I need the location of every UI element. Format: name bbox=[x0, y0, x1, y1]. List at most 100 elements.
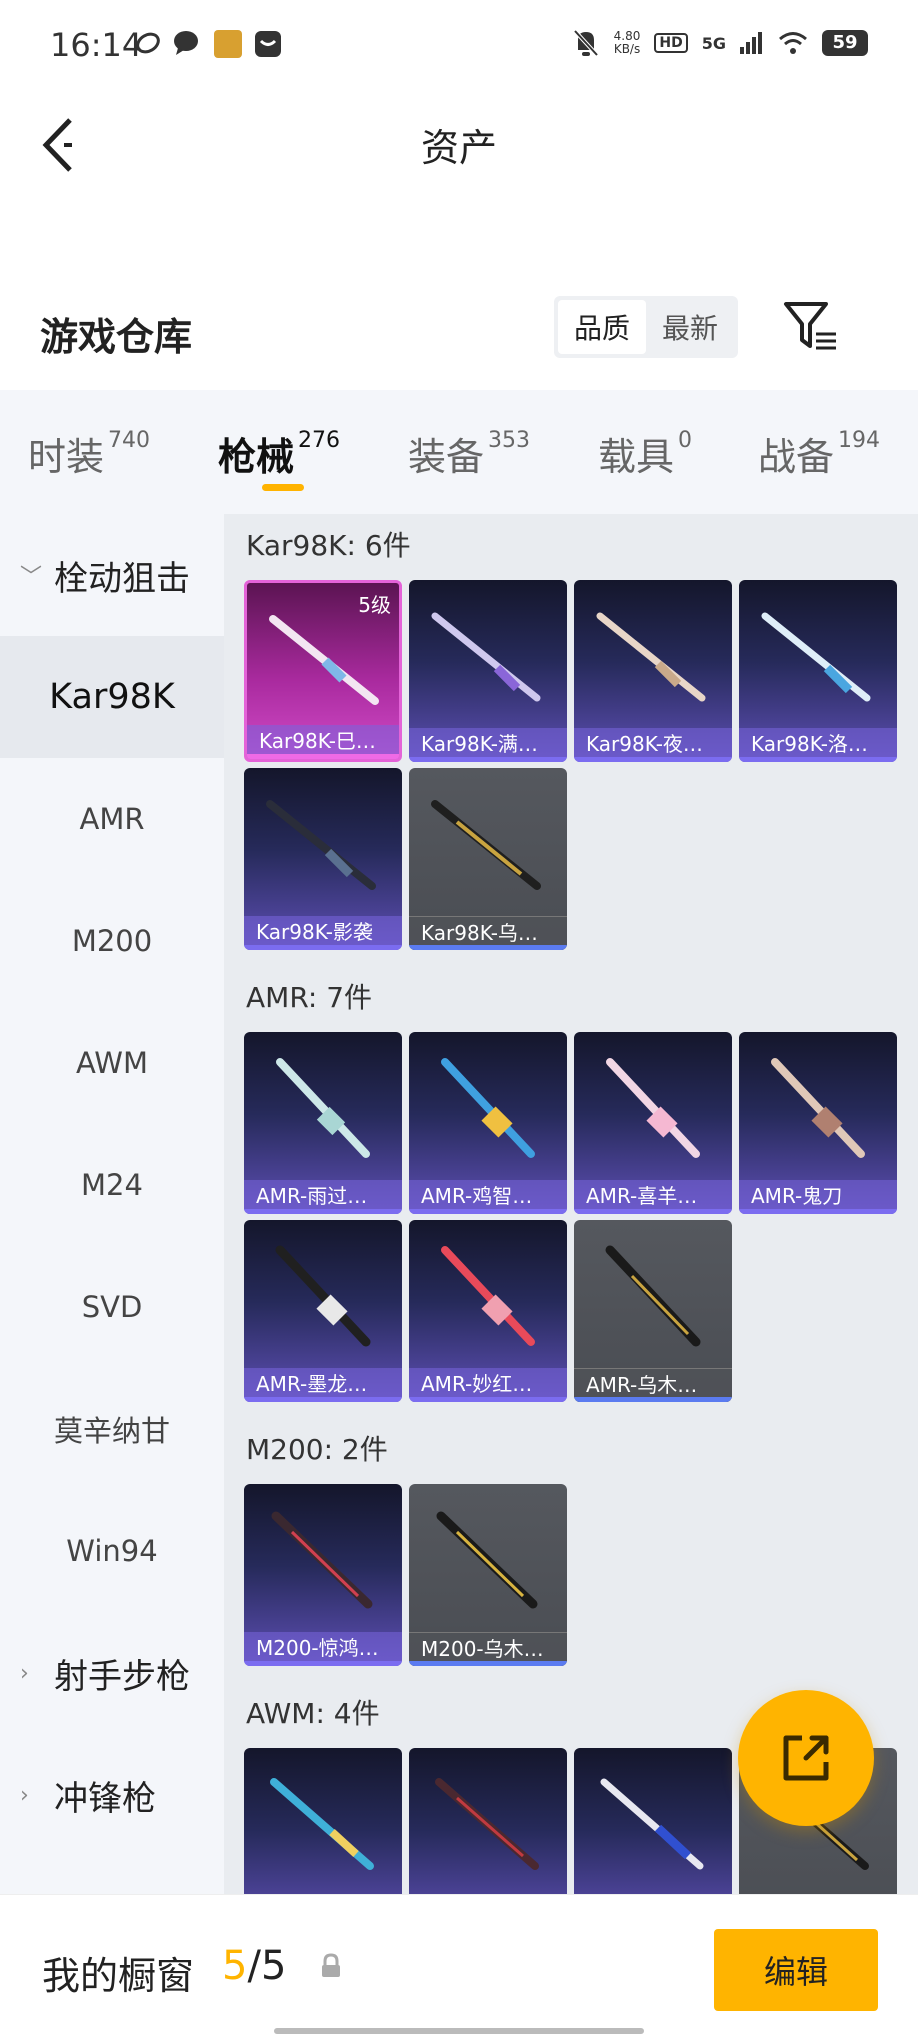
rarity-strip bbox=[244, 1209, 402, 1214]
rarity-strip bbox=[244, 1397, 402, 1402]
weapon-card[interactable] bbox=[409, 1748, 567, 1894]
sidebar-item-amr[interactable]: AMR bbox=[0, 758, 224, 880]
rifle-icon bbox=[606, 1058, 700, 1158]
rifle-icon bbox=[276, 1058, 370, 1158]
rifle-icon bbox=[270, 1778, 374, 1870]
showcase-total: 5 bbox=[260, 1943, 287, 1989]
sort-toggle: 品质 最新 bbox=[554, 296, 738, 358]
sidebar-group-label: 射手步枪 bbox=[54, 1656, 190, 1697]
sidebar-item-awm[interactable]: AWM bbox=[0, 1002, 224, 1124]
showcase-separator: / bbox=[247, 1943, 261, 1989]
rifle-icon bbox=[271, 1511, 373, 1609]
sidebar-group-smg[interactable]: › 冲锋枪 bbox=[0, 1734, 224, 1856]
rifle-icon bbox=[600, 1778, 704, 1870]
sidebar-item-kar98k[interactable]: Kar98K bbox=[0, 636, 224, 758]
sidebar-item-m200[interactable]: M200 bbox=[0, 880, 224, 1002]
sidebar-item-win94[interactable]: Win94 bbox=[0, 1490, 224, 1612]
tab-label: 装备 bbox=[408, 435, 485, 479]
showcase-bar: 我的橱窗 5/5 编辑 bbox=[0, 1894, 918, 2040]
rarity-strip bbox=[574, 757, 732, 762]
lock-icon bbox=[322, 1953, 340, 1977]
wifi-icon bbox=[779, 32, 807, 54]
signal-icon bbox=[740, 32, 762, 54]
rifle-icon bbox=[275, 1245, 371, 1347]
category-tabs: 时装 740 枪械 276 装备 353 载具 0 战备 194 bbox=[0, 390, 918, 514]
chevron-right-icon: › bbox=[20, 1782, 29, 1808]
rifle-icon bbox=[761, 612, 871, 702]
battery-indicator: 59 bbox=[822, 30, 868, 56]
filter-icon[interactable] bbox=[782, 300, 842, 352]
showcase-label: 我的橱窗 bbox=[42, 1954, 195, 1998]
rarity-strip bbox=[244, 945, 402, 950]
showcase-count: 5/5 bbox=[222, 1943, 286, 1989]
weapon-card[interactable]: AMR-妙红… bbox=[409, 1220, 567, 1402]
rifle-icon bbox=[596, 612, 706, 702]
net-speed: 4.80 KB/s bbox=[614, 30, 641, 56]
tab-label: 载具 bbox=[598, 435, 675, 479]
message-icon bbox=[255, 31, 281, 57]
sidebar-group-marksman[interactable]: › 射手步枪 bbox=[0, 1612, 224, 1734]
rifle-icon bbox=[441, 1246, 535, 1346]
edit-button[interactable]: 编辑 bbox=[714, 1929, 878, 2011]
weapon-card[interactable] bbox=[244, 1748, 402, 1894]
weapon-card[interactable]: Kar98K-洛… bbox=[739, 580, 897, 762]
rifle-icon bbox=[441, 1058, 535, 1158]
weapon-card[interactable]: AMR-雨过… bbox=[244, 1032, 402, 1214]
tab-guns[interactable]: 枪械 276 bbox=[218, 426, 340, 481]
rifle-icon bbox=[431, 800, 541, 890]
share-fab[interactable] bbox=[738, 1690, 874, 1826]
tab-label: 战备 bbox=[758, 435, 835, 479]
rifle-icon bbox=[435, 1778, 539, 1870]
tab-label: 时装 bbox=[28, 435, 105, 479]
weapon-card[interactable]: 5级 Kar98K-巳… bbox=[244, 580, 402, 762]
sidebar-item-svd[interactable]: SVD bbox=[0, 1246, 224, 1368]
network-type: 5G bbox=[701, 33, 726, 53]
sort-option-newest[interactable]: 最新 bbox=[646, 300, 734, 354]
rarity-strip bbox=[247, 754, 399, 759]
home-indicator[interactable] bbox=[274, 2028, 644, 2034]
sidebar: ﹀ 栓动狙击 Kar98K AMR M200 AWM M24 SVD 莫辛纳甘 … bbox=[0, 514, 224, 1894]
weapon-card[interactable] bbox=[574, 1748, 732, 1894]
sidebar-group-bolt-sniper[interactable]: ﹀ 栓动狙击 bbox=[0, 514, 224, 636]
sidebar-group-label: 冲锋枪 bbox=[54, 1778, 156, 1819]
section-title: AWM: 4件 bbox=[246, 1697, 380, 1730]
rifle-icon bbox=[431, 612, 541, 702]
weapon-card[interactable]: AMR-墨龙… bbox=[244, 1220, 402, 1402]
tab-fashion[interactable]: 时装 740 bbox=[28, 426, 150, 481]
tab-count: 194 bbox=[838, 428, 881, 453]
section-title: M200: 2件 bbox=[246, 1433, 388, 1466]
tab-count: 740 bbox=[108, 428, 151, 453]
rarity-strip bbox=[244, 1661, 402, 1666]
tab-equipment[interactable]: 装备 353 bbox=[408, 426, 530, 481]
weapon-card[interactable]: Kar98K-满… bbox=[409, 580, 567, 762]
sidebar-group-label: 栓动狙击 bbox=[54, 558, 190, 599]
rifle-icon bbox=[605, 1245, 701, 1347]
section-title: AMR: 7件 bbox=[246, 981, 373, 1014]
rifle-icon bbox=[771, 1058, 865, 1158]
status-time: 16:14 bbox=[50, 26, 143, 64]
weapon-card[interactable]: Kar98K-夜… bbox=[574, 580, 732, 762]
tab-supplies[interactable]: 战备 194 bbox=[758, 426, 880, 481]
sidebar-item-m24[interactable]: M24 bbox=[0, 1124, 224, 1246]
tab-vehicles[interactable]: 载具 0 bbox=[598, 426, 692, 481]
weapon-card[interactable]: Kar98K-影袭 bbox=[244, 768, 402, 950]
weapon-card[interactable]: Kar98K-乌… bbox=[409, 768, 567, 950]
weapon-card[interactable]: M200-乌木… bbox=[409, 1484, 567, 1666]
hd-badge: HD bbox=[654, 33, 688, 53]
sync-icon bbox=[136, 32, 160, 54]
section-title: Kar98K: 6件 bbox=[246, 529, 411, 562]
weapon-card[interactable]: AMR-鸡智… bbox=[409, 1032, 567, 1214]
tab-active-indicator bbox=[262, 484, 304, 491]
weapon-card[interactable]: AMR-乌木… bbox=[574, 1220, 732, 1402]
weapon-card[interactable]: M200-惊鸿… bbox=[244, 1484, 402, 1666]
sort-option-quality[interactable]: 品质 bbox=[558, 300, 646, 354]
showcase-current: 5 bbox=[222, 1943, 248, 1989]
weapon-card[interactable]: AMR-喜羊… bbox=[574, 1032, 732, 1214]
level-badge: 5级 bbox=[358, 593, 391, 617]
weapon-list[interactable]: Kar98K: 6件 5级 Kar98K-巳… Kar98K-满… Kar98K… bbox=[224, 514, 918, 1894]
sidebar-item-mosin[interactable]: 莫辛纳甘 bbox=[0, 1368, 224, 1490]
weapon-card[interactable]: AMR-鬼刀 bbox=[739, 1032, 897, 1214]
warehouse-title: 游戏仓库 bbox=[40, 315, 193, 359]
tab-count: 0 bbox=[678, 428, 693, 453]
rarity-strip bbox=[409, 1397, 567, 1402]
